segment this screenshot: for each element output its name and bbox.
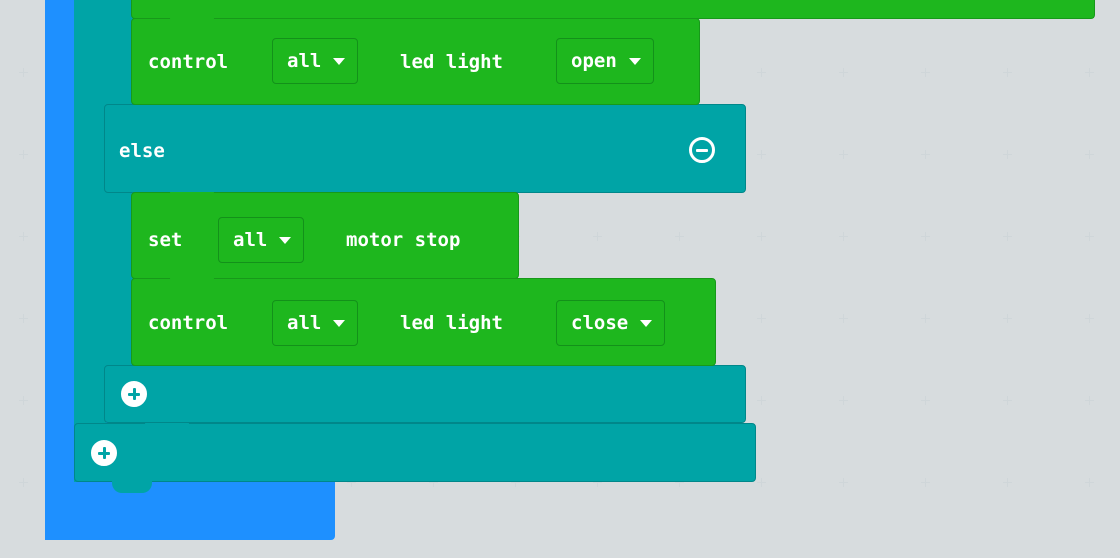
blocks-workspace[interactable]: else control all led light open set all …: [0, 0, 1120, 558]
grid-marker: [1003, 314, 1012, 323]
else-label: else: [119, 140, 165, 162]
led-open-block[interactable]: control all led light open: [131, 18, 700, 105]
grid-marker: [1085, 68, 1094, 77]
previous-action-block[interactable]: [131, 0, 1095, 19]
grid-marker: [1085, 150, 1094, 159]
grid-marker: [921, 396, 930, 405]
motor-stop-target-value: all: [233, 229, 268, 251]
grid-marker: [921, 68, 930, 77]
led-open-target-dropdown[interactable]: all: [272, 38, 359, 84]
grid-marker: [839, 68, 848, 77]
grid-marker: [1085, 232, 1094, 241]
chevron-down-icon: [333, 320, 346, 327]
grid-marker: [1085, 314, 1094, 323]
remove-else-button[interactable]: [689, 137, 715, 163]
grid-marker: [19, 396, 28, 405]
loop-block-bar: [45, 0, 75, 540]
grid-marker: [19, 68, 28, 77]
chevron-down-icon: [279, 237, 292, 244]
grid-marker: [1003, 396, 1012, 405]
motor-stop-label: motor stop: [346, 229, 461, 251]
led-close-keyword: control: [148, 312, 229, 334]
grid-marker: [1085, 396, 1094, 405]
inner-if-bottom[interactable]: [104, 365, 746, 423]
motor-stop-keyword: set: [148, 229, 183, 251]
grid-marker: [839, 314, 848, 323]
grid-marker: [19, 232, 28, 241]
led-open-keyword: control: [148, 51, 229, 73]
led-close-state-value: close: [571, 312, 629, 334]
led-close-state-dropdown[interactable]: close: [556, 300, 666, 346]
motor-stop-target-dropdown[interactable]: all: [218, 217, 305, 263]
grid-marker: [839, 150, 848, 159]
led-close-label: led light: [400, 312, 503, 334]
minus-circle-icon: [696, 149, 708, 152]
grid-marker: [19, 314, 28, 323]
motor-stop-block[interactable]: set all motor stop: [131, 192, 519, 279]
outer-if-bottom[interactable]: [74, 423, 756, 482]
grid-marker: [921, 150, 930, 159]
loop-block-notch: [112, 481, 152, 493]
inner-if-left-bar: [104, 0, 134, 422]
chevron-down-icon: [333, 58, 346, 65]
grid-marker: [757, 314, 766, 323]
grid-marker: [1003, 68, 1012, 77]
grid-marker: [1003, 478, 1012, 487]
grid-marker: [921, 232, 930, 241]
grid-marker: [839, 232, 848, 241]
add-branch-inner-button[interactable]: [121, 381, 147, 407]
led-open-target-value: all: [287, 50, 322, 72]
led-close-block[interactable]: control all led light close: [131, 278, 716, 366]
led-open-state-dropdown[interactable]: open: [556, 38, 654, 84]
grid-marker: [921, 314, 930, 323]
grid-marker: [757, 396, 766, 405]
grid-marker: [19, 150, 28, 159]
grid-marker: [757, 68, 766, 77]
add-branch-outer-button[interactable]: [91, 440, 117, 466]
grid-marker: [839, 478, 848, 487]
grid-marker: [757, 150, 766, 159]
outer-if-left-bar: [74, 0, 106, 482]
grid-marker: [1003, 150, 1012, 159]
else-row[interactable]: else: [104, 104, 746, 193]
grid-marker: [1003, 232, 1012, 241]
grid-marker: [921, 478, 930, 487]
grid-marker: [1085, 478, 1094, 487]
led-open-state-value: open: [571, 50, 617, 72]
led-close-target-dropdown[interactable]: all: [272, 300, 359, 346]
chevron-down-icon: [640, 320, 653, 327]
led-open-label: led light: [400, 51, 503, 73]
grid-marker: [839, 396, 848, 405]
chevron-down-icon: [628, 58, 641, 65]
grid-marker: [757, 478, 766, 487]
grid-marker: [757, 232, 766, 241]
led-close-target-value: all: [287, 312, 322, 334]
grid-marker: [19, 478, 28, 487]
